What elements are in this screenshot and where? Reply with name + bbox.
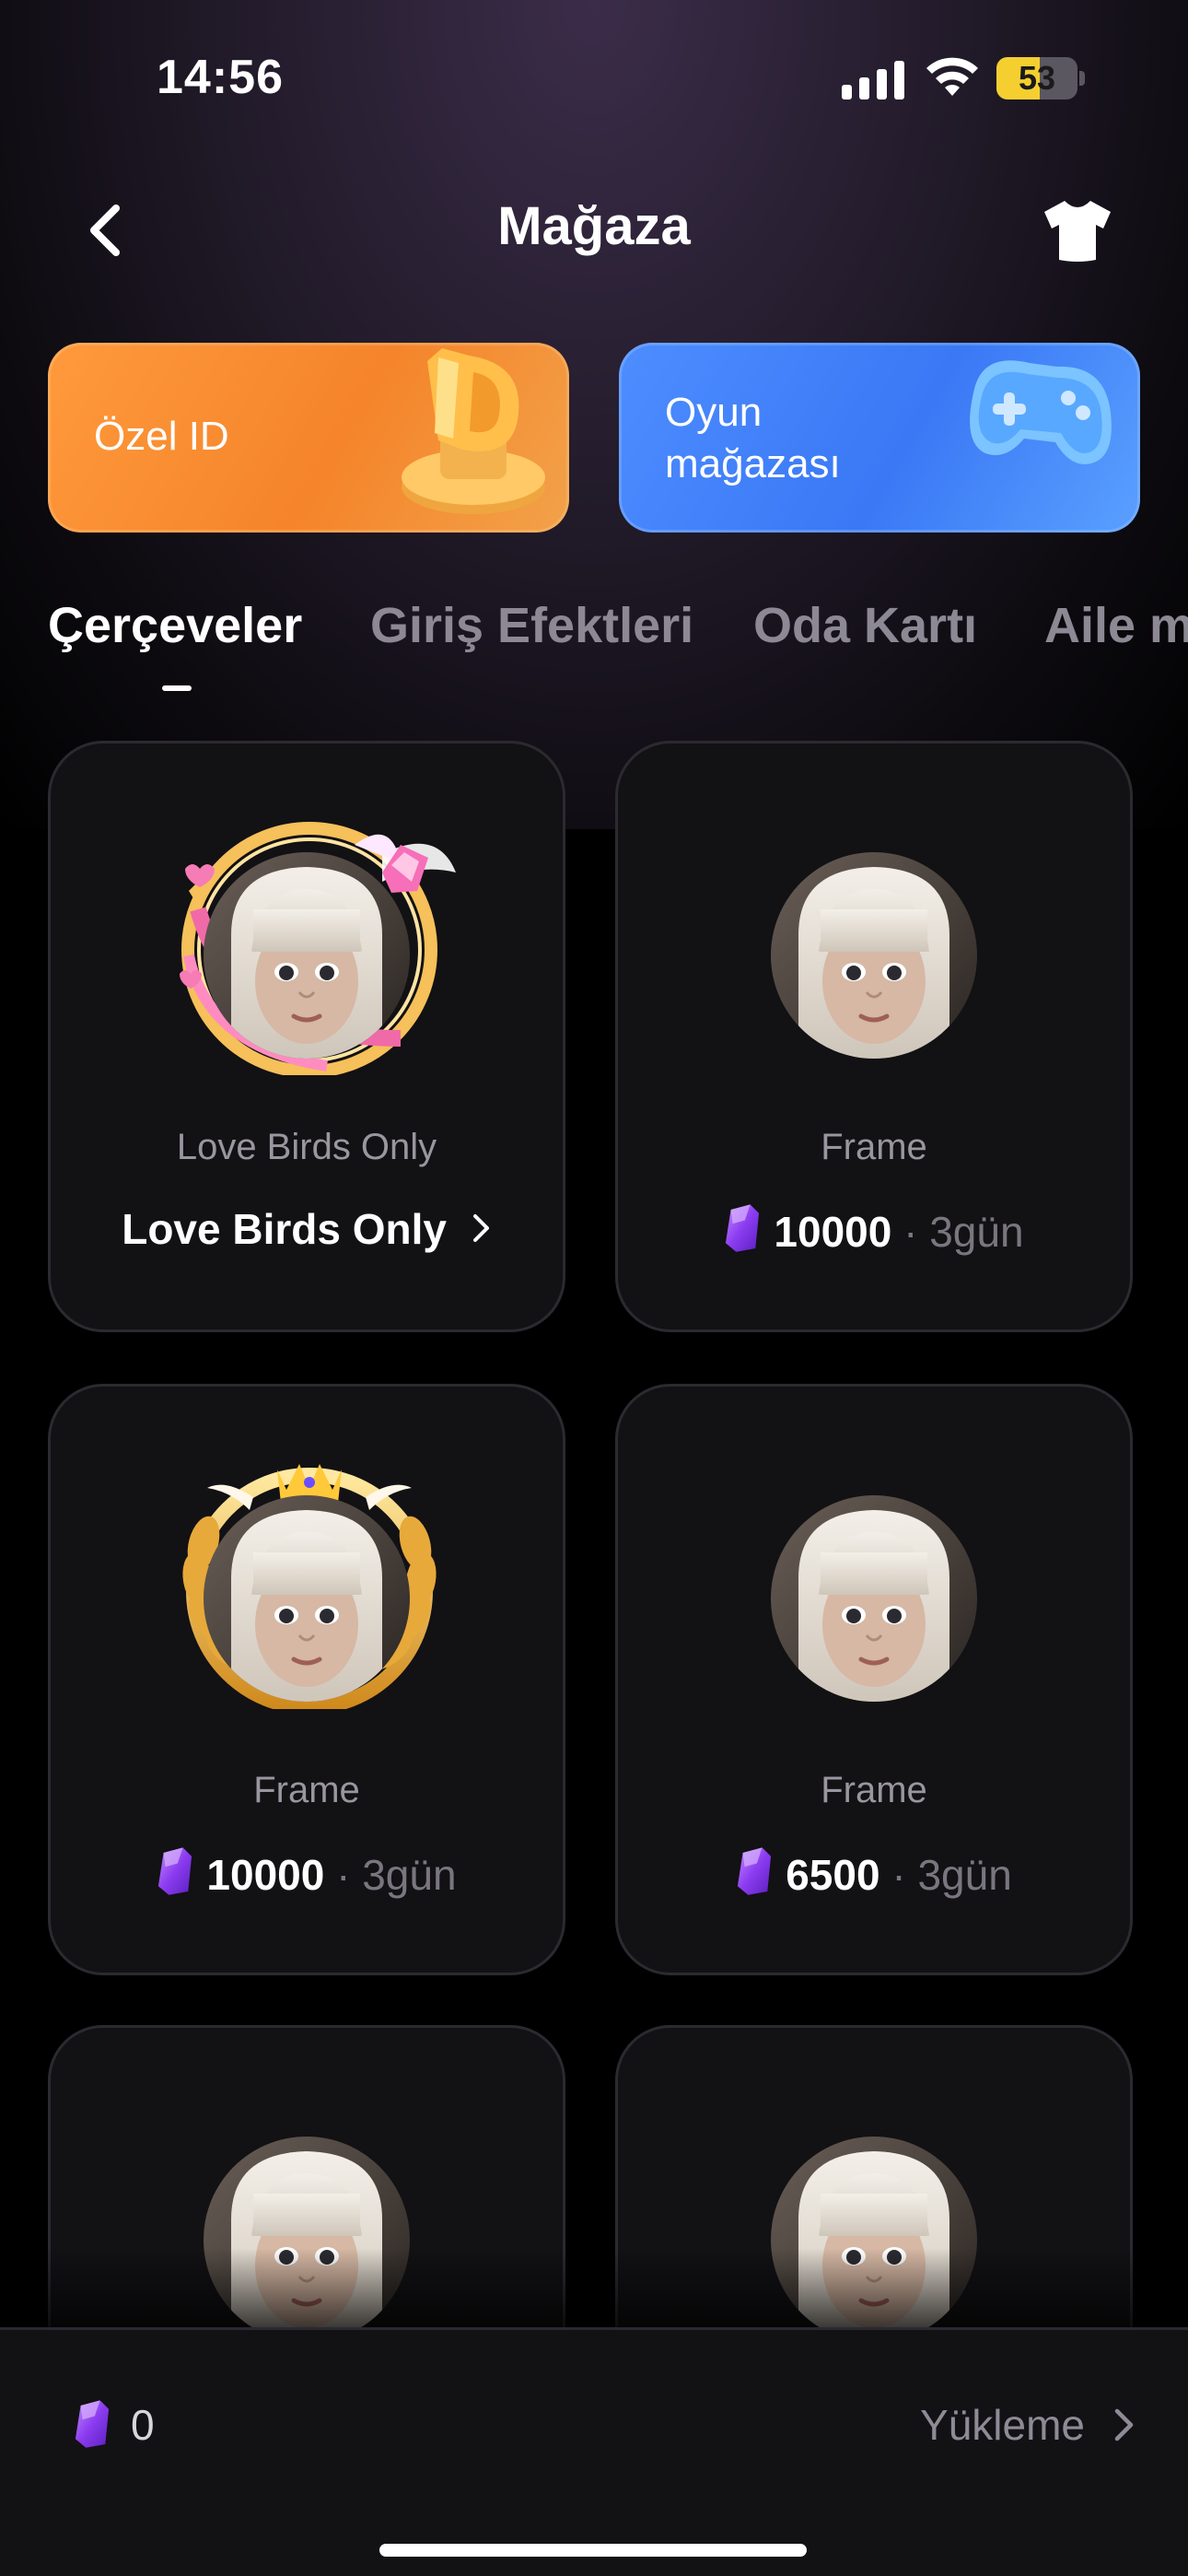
cellular-signal-icon (842, 61, 904, 100)
purple-gem-icon (738, 1847, 772, 1895)
custom-id-label: Özel ID (94, 414, 229, 459)
purple-gem-icon (726, 1204, 760, 1252)
frame-preview (618, 826, 1130, 1057)
game-store-label: Oyun mağazası (665, 390, 841, 486)
frame-name: Frame (253, 1770, 360, 1810)
custom-id-banner[interactable]: Özel ID (48, 343, 569, 533)
user-avatar (204, 852, 410, 1059)
wifi-icon (926, 57, 978, 96)
home-indicator (379, 2544, 807, 2557)
user-avatar (771, 1495, 977, 1702)
chevron-right-icon (472, 1214, 489, 1242)
tab-room-card[interactable]: Oda Kartı (753, 597, 977, 654)
frame-price: 6500 · 3gün (618, 1847, 1130, 1900)
status-bar: 14:56 53 (0, 0, 1188, 147)
frame-card-love-birds[interactable]: Love Birds Only Love Birds Only (48, 741, 565, 1332)
gem-balance: 0 (131, 2401, 155, 2449)
status-time: 14:56 (157, 51, 284, 104)
gamepad-icon (970, 360, 1112, 464)
user-avatar (771, 852, 977, 1059)
battery-icon: 53 (996, 57, 1085, 100)
frame-preview (618, 1469, 1130, 1700)
purple-gem-icon (75, 2400, 110, 2448)
tab-frames[interactable]: Çerçeveler (48, 597, 302, 654)
tab-family[interactable]: Aile m (1044, 597, 1188, 654)
frame-name: Love Birds Only (176, 1127, 437, 1167)
id-badge-icon (402, 348, 545, 514)
scroll-fade (0, 2248, 1188, 2331)
frame-name: Frame (821, 1127, 927, 1167)
tab-entry-effects[interactable]: Giriş Efektleri (370, 597, 693, 654)
topup-button[interactable]: Yükleme (920, 2395, 1136, 2455)
page-title: Mağaza (497, 196, 691, 256)
purple-gem-icon (158, 1847, 192, 1895)
frame-price: 10000 · 3gün (51, 1847, 563, 1900)
wardrobe-button[interactable] (1041, 193, 1114, 267)
user-avatar (204, 1495, 410, 1702)
tshirt-icon (1044, 201, 1111, 262)
frame-card[interactable]: Frame 6500 · 3gün (615, 1384, 1133, 1975)
frame-preview (51, 822, 563, 1075)
topup-label: Yükleme (920, 2401, 1085, 2449)
frame-name: Frame (821, 1770, 927, 1810)
frame-card[interactable]: Frame 10000 · 3gün (48, 1384, 565, 1975)
balance-bar: 0 Yükleme (0, 2327, 1188, 2576)
game-store-banner[interactable]: Oyun mağazası (619, 343, 1140, 533)
event-link[interactable]: Love Birds Only (51, 1204, 563, 1254)
frame-preview (51, 1464, 563, 1709)
frame-price: 10000 · 3gün (618, 1204, 1130, 1257)
battery-percent: 53 (1018, 59, 1056, 97)
category-tabs: Çerçeveler Giriş Efektleri Oda Kartı Ail… (0, 590, 1188, 691)
frame-card[interactable]: Frame 10000 · 3gün (615, 741, 1133, 1332)
active-tab-indicator (162, 685, 192, 691)
chevron-right-icon (1114, 2408, 1134, 2441)
